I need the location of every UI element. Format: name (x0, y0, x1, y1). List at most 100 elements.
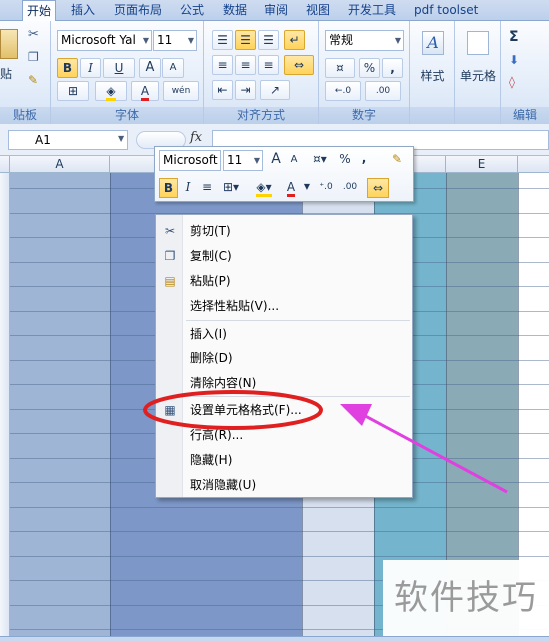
column-header-a[interactable]: A (10, 156, 110, 173)
cut-icon[interactable]: ✂ (28, 27, 39, 42)
ribbon: 贴 ✂ ❐ ✎ 贴板 Microsoft Yal ▼ 11 ▼ B I U A A … (0, 21, 549, 124)
tab-data[interactable]: 数据 (219, 0, 251, 21)
select-all-corner[interactable] (0, 156, 10, 173)
column-a-cells[interactable] (10, 173, 110, 636)
increase-decimal-button[interactable]: ←.0 (325, 81, 361, 101)
fill-bucket-icon: ◈ (106, 84, 116, 101)
comma-button[interactable]: , (382, 58, 403, 78)
insert-function-button[interactable]: fx (190, 130, 202, 145)
font-color-button[interactable]: A (131, 81, 159, 101)
styles-group[interactable]: A 样式 (410, 21, 455, 124)
mini-shrink-font-button[interactable]: A (286, 151, 302, 171)
chevron-down-icon[interactable]: ▼ (302, 178, 312, 198)
menu-item-cut[interactable]: ✂ 剪切(T) (156, 219, 412, 243)
align-center-button[interactable]: ≡ (235, 55, 256, 75)
menu-item-label: 清除内容(N) (190, 376, 257, 390)
mini-size-combo[interactable]: 11 ▼ (223, 150, 263, 171)
orientation-button[interactable]: ↗ (260, 80, 290, 100)
italic-button[interactable]: I (80, 58, 101, 78)
tab-pdf-toolset[interactable]: pdf toolset (410, 0, 482, 21)
decrease-decimal-button[interactable]: .00 (365, 81, 401, 101)
mini-increase-decimal-button[interactable]: ⁺.0 (315, 178, 337, 198)
border-button[interactable]: ⊞ (57, 81, 89, 101)
number-format-combo[interactable]: 常规 ▼ (325, 30, 404, 51)
sheet-tab-strip[interactable] (0, 636, 549, 642)
tab-view[interactable]: 视图 (302, 0, 334, 21)
mini-border-button[interactable]: ⊞▾ (218, 178, 244, 198)
paste-icon[interactable] (0, 29, 18, 59)
align-middle-button[interactable]: ☰ (235, 30, 256, 50)
tab-insert[interactable]: 插入 (67, 0, 99, 21)
copy-icon[interactable]: ❐ (28, 50, 39, 64)
bold-button[interactable]: B (57, 58, 78, 78)
underline-button[interactable]: U (103, 58, 135, 78)
tab-page-layout[interactable]: 页面布局 (110, 0, 166, 21)
copy-icon: ❐ (164, 249, 176, 263)
mini-decrease-decimal-button[interactable]: .00 (339, 178, 361, 198)
font-name-combo[interactable]: Microsoft Yal ▼ (57, 30, 152, 51)
editing-group: Σ ⬇ ◊ 编辑 (501, 21, 549, 124)
mini-center-button[interactable]: ≡ (199, 178, 215, 198)
mini-fill-color-button[interactable]: ◈▾ (249, 178, 279, 198)
align-right-button[interactable]: ≡ (258, 55, 279, 75)
grow-font-button[interactable]: A (139, 58, 161, 78)
menu-item-paste[interactable]: ▤ 粘贴(P) (156, 269, 412, 293)
chevron-down-icon[interactable]: ▼ (118, 134, 124, 143)
currency-button[interactable]: ¤ (325, 58, 355, 78)
mini-percent-button[interactable]: % (337, 150, 353, 170)
increase-indent-button[interactable]: ⇥ (235, 80, 256, 100)
align-top-button[interactable]: ☰ (212, 30, 233, 50)
autosum-button[interactable]: Σ (509, 29, 519, 45)
increase-decimal-icon: ⁺.0 (319, 182, 333, 192)
align-left-button[interactable]: ≡ (212, 55, 233, 75)
menu-item-format-cells[interactable]: ▦ 设置单元格格式(F)... (156, 398, 412, 422)
fill-down-icon[interactable]: ⬇ (509, 53, 519, 67)
font-name-value: Microsoft Yal (61, 33, 136, 47)
cells-group[interactable]: 单元格 (455, 21, 501, 124)
menu-item-label: 删除(D) (190, 351, 233, 365)
phonetic-button[interactable]: wén (163, 81, 199, 101)
format-painter-icon[interactable]: ✎ (28, 73, 38, 87)
font-group: Microsoft Yal ▼ 11 ▼ B I U A A ⊞ ◈ A wén 字… (51, 21, 204, 124)
mini-font-combo[interactable]: Microsoft (159, 150, 221, 171)
row-headers[interactable] (0, 173, 10, 636)
column-header-f[interactable] (518, 156, 549, 173)
menu-item-row-height[interactable]: 行高(R)... (156, 423, 412, 447)
merge-center-button[interactable]: ⇔ (284, 55, 314, 75)
styles-icon[interactable]: A (422, 31, 444, 55)
tab-review[interactable]: 审阅 (260, 0, 292, 21)
menu-item-delete[interactable]: 删除(D) (156, 346, 412, 370)
column-header-e[interactable]: E (446, 156, 518, 173)
mini-comma-button[interactable]: , (356, 149, 372, 169)
percent-button[interactable]: % (359, 58, 380, 78)
menu-item-unhide[interactable]: 取消隐藏(U) (156, 473, 412, 497)
menu-item-copy[interactable]: ❐ 复制(C) (156, 244, 412, 268)
tab-home[interactable]: 开始 (22, 0, 57, 22)
border-icon: ⊞▾ (222, 180, 240, 194)
font-size-combo[interactable]: 11 ▼ (153, 30, 197, 51)
mini-format-painter-icon[interactable]: ✎ (388, 150, 406, 170)
clear-icon[interactable]: ◊ (509, 75, 515, 89)
menu-item-paste-special[interactable]: 选择性粘贴(V)... (156, 294, 412, 318)
mini-font-color-button[interactable]: A (283, 178, 299, 198)
mini-grow-font-button[interactable]: A (267, 150, 285, 170)
menu-item-label: 剪切(T) (190, 224, 231, 238)
decrease-indent-button[interactable]: ⇤ (212, 80, 233, 100)
mini-italic-button[interactable]: I (180, 178, 196, 198)
name-box[interactable]: A1 (8, 130, 128, 150)
menu-item-insert[interactable]: 插入(I) (156, 322, 412, 346)
align-bottom-button[interactable]: ☰ (258, 30, 279, 50)
mini-bold-button[interactable]: B (159, 178, 178, 198)
shrink-font-button[interactable]: A (162, 58, 184, 78)
mini-merge-button[interactable]: ⇔ (367, 178, 389, 198)
menu-item-hide[interactable]: 隐藏(H) (156, 448, 412, 472)
fill-color-button[interactable]: ◈ (95, 81, 127, 101)
tab-formulas[interactable]: 公式 (176, 0, 208, 21)
align-bottom-icon: ☰ (263, 33, 274, 47)
wrap-text-button[interactable]: ↵ (284, 30, 305, 50)
menu-item-clear-contents[interactable]: 清除内容(N) (156, 371, 412, 395)
tab-developer[interactable]: 开发工具 (344, 0, 400, 21)
cells-grid-icon[interactable] (467, 31, 489, 55)
align-center-icon: ≡ (201, 180, 213, 194)
mini-currency-button[interactable]: ¤▾ (306, 150, 334, 170)
